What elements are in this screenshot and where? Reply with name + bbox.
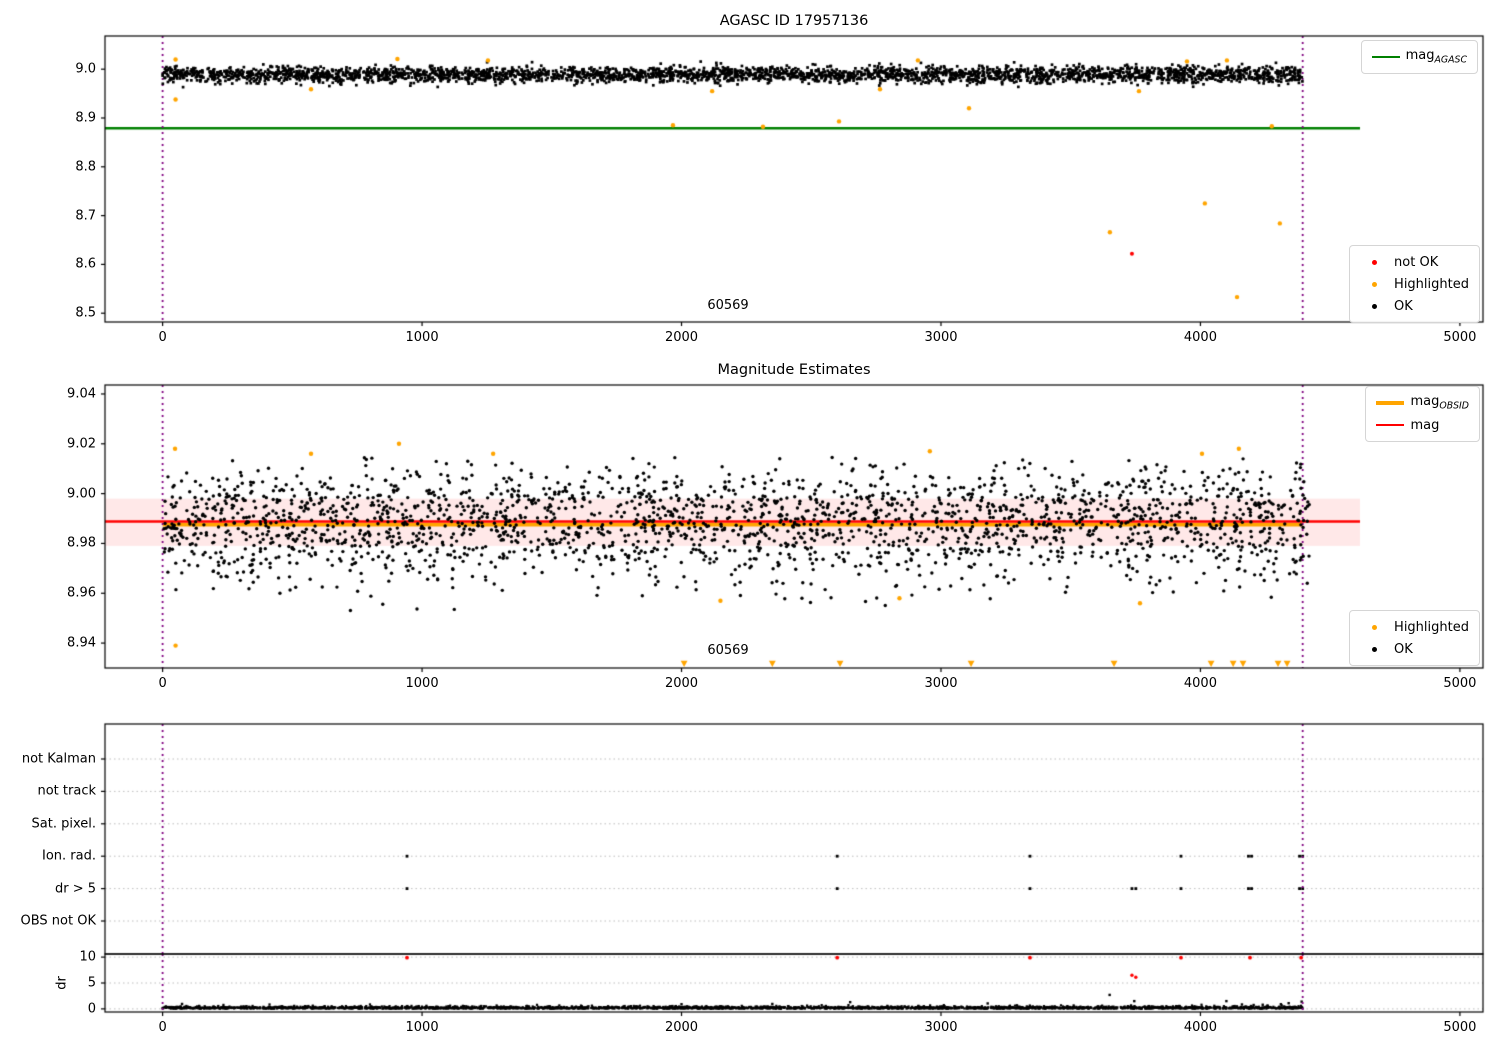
- legend-swatch-wrap: [1358, 624, 1390, 630]
- bottom-plot-xtick-2000: 2000: [664, 1020, 699, 1035]
- dr-ytick-5: 5: [87, 975, 96, 991]
- ok-dot-swatch: [1371, 646, 1377, 652]
- top-plot-title: AGASC ID 17957136: [719, 13, 869, 29]
- middle-plot-ytick-8.98: 8.98: [67, 535, 96, 551]
- not-ok-dot-swatch: [1371, 259, 1377, 265]
- flag-category-label: Ion. rad.: [42, 848, 96, 864]
- top-plot-ytick-8.7: 8.7: [75, 208, 96, 224]
- flag-category-label: OBS not OK: [20, 913, 97, 929]
- middle-plot-title: Magnitude Estimates: [717, 362, 871, 378]
- legend-label-not-ok: not OK: [1394, 254, 1439, 270]
- legend-label-highlighted: Highlighted: [1394, 276, 1469, 292]
- middle-plot-ytick-9.04: 9.04: [67, 386, 96, 402]
- top-plot-xtick-3000: 3000: [924, 330, 958, 345]
- top-plot-obsid-annotation: 60569: [707, 298, 749, 313]
- legend-row-mag: mag: [1374, 414, 1469, 436]
- legend-row-highlighted: Highlighted: [1358, 616, 1469, 638]
- top-plot-ytick-8.6: 8.6: [75, 256, 96, 272]
- middle-plot-xtick-3000: 3000: [924, 676, 958, 691]
- legend-row-not-ok: not OK: [1358, 251, 1469, 273]
- middle-plot-xtick-2000: 2000: [664, 676, 699, 691]
- top-plot-ytick-8.8: 8.8: [75, 159, 96, 175]
- red-line-swatch: [1376, 424, 1405, 426]
- top-plot-marker-legend: not OK Highlighted OK: [1349, 245, 1480, 323]
- legend-label-mag-agasc: magAGASC: [1405, 48, 1467, 66]
- middle-plot-ytick-8.96: 8.96: [67, 585, 96, 601]
- legend-row-mag-obsid: magOBSID: [1374, 392, 1469, 414]
- legend-swatch-wrap: [1358, 259, 1390, 265]
- dr-ytick-10: 10: [79, 949, 96, 965]
- legend-row-ok: OK: [1358, 295, 1469, 317]
- dr-axis-label: dr: [54, 976, 70, 990]
- top-plot-ytick-8.5: 8.5: [75, 305, 96, 321]
- middle-plot-ytick-9.00: 9.00: [67, 486, 96, 502]
- flag-category-label: not track: [37, 783, 96, 799]
- middle-plot-marker-legend: Highlighted OK: [1349, 610, 1480, 666]
- legend-label-ok: OK: [1394, 641, 1413, 657]
- legend-swatch-wrap: [1374, 401, 1406, 405]
- legend-swatch-wrap: [1358, 646, 1390, 652]
- legend-label-mag-obsid: magOBSID: [1410, 394, 1469, 412]
- legend-label-ok: OK: [1394, 298, 1413, 314]
- top-plot-line-legend: magAGASC: [1360, 40, 1478, 74]
- figure: AGASC ID 17957136 Magnitude Estimates 60…: [0, 0, 1500, 1050]
- middle-plot-xtick-0: 0: [158, 676, 167, 691]
- top-plot-xtick-4000: 4000: [1183, 330, 1217, 345]
- legend-swatch-wrap: [1358, 303, 1390, 309]
- top-plot-xtick-2000: 2000: [664, 330, 699, 345]
- middle-plot-obsid-annotation: 60569: [707, 643, 749, 658]
- flag-category-label: not Kalman: [21, 751, 96, 767]
- flag-category-label: dr > 5: [54, 881, 96, 897]
- top-plot-xtick-5000: 5000: [1443, 330, 1477, 345]
- middle-plot-ytick-9.02: 9.02: [67, 436, 96, 452]
- top-plot-ytick-9.0: 9.0: [75, 61, 96, 77]
- green-line-swatch: [1371, 56, 1400, 58]
- orange-line-swatch: [1376, 401, 1405, 405]
- legend-swatch-wrap: [1358, 281, 1390, 287]
- legend-row-highlighted: Highlighted: [1358, 273, 1469, 295]
- highlighted-dot-swatch: [1371, 281, 1377, 287]
- legend-label-highlighted: Highlighted: [1394, 619, 1469, 635]
- bottom-plot-xtick-4000: 4000: [1183, 1020, 1217, 1035]
- middle-plot-xtick-1000: 1000: [405, 676, 439, 691]
- middle-plot-xtick-4000: 4000: [1183, 676, 1217, 691]
- bottom-plot-xtick-5000: 5000: [1443, 1020, 1477, 1035]
- ok-dot-swatch: [1371, 303, 1377, 309]
- top-plot-xtick-1000: 1000: [405, 330, 439, 345]
- flag-category-label: Sat. pixel.: [31, 816, 96, 832]
- bottom-plot-xtick-0: 0: [158, 1020, 167, 1035]
- top-plot-xtick-0: 0: [158, 330, 167, 345]
- plots-canvas: [0, 0, 1500, 1050]
- dr-ytick-0: 0: [87, 1001, 96, 1017]
- bottom-plot-xtick-1000: 1000: [405, 1020, 439, 1035]
- legend-swatch-wrap: [1370, 56, 1402, 58]
- middle-plot-ytick-8.94: 8.94: [67, 635, 96, 651]
- top-plot-ytick-8.9: 8.9: [75, 110, 96, 126]
- middle-plot-xtick-5000: 5000: [1443, 676, 1477, 691]
- highlighted-dot-swatch: [1371, 624, 1377, 630]
- legend-row-mag-agasc: magAGASC: [1370, 46, 1467, 68]
- legend-swatch-wrap: [1374, 424, 1406, 426]
- legend-row-ok: OK: [1358, 638, 1469, 660]
- middle-plot-line-legend: magOBSID mag: [1365, 386, 1480, 442]
- bottom-plot-xtick-3000: 3000: [924, 1020, 958, 1035]
- legend-label-mag: mag: [1410, 417, 1440, 433]
